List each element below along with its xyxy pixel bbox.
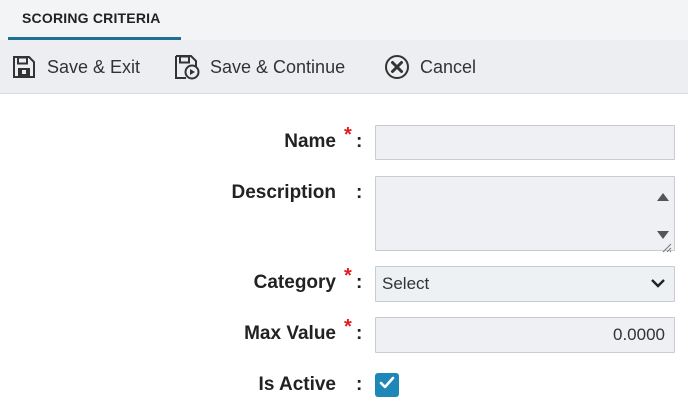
save-exit-button[interactable]: Save & Exit (11, 52, 140, 82)
name-input[interactable] (375, 125, 675, 160)
category-label: Category (253, 272, 336, 293)
category-required-marker: * (344, 265, 352, 287)
max-value-input[interactable]: 0.0000 (375, 317, 675, 353)
save-continue-icon (174, 54, 200, 80)
save-exit-label: Save & Exit (47, 56, 141, 77)
cancel-label: Cancel (420, 56, 477, 77)
save-continue-label: Save & Continue (210, 56, 346, 77)
cancel-button[interactable]: Cancel (384, 52, 476, 82)
max-value-label: Max Value (244, 323, 336, 344)
description-textarea[interactable] (375, 176, 675, 253)
resize-handle-icon[interactable] (662, 238, 672, 258)
tab-bar: SCORING CRITERIA (0, 0, 688, 40)
save-icon (11, 54, 37, 80)
tab-scoring-criteria[interactable]: SCORING CRITERIA (8, 0, 181, 40)
name-required-marker: * (344, 124, 352, 146)
toolbar: Save & Exit Save & Continue Cancel (0, 40, 688, 94)
cancel-icon (384, 54, 410, 80)
is-active-label: Is Active (258, 374, 336, 395)
description-label: Description (231, 182, 336, 203)
description-colon: : (356, 182, 363, 203)
is-active-checkbox[interactable] (375, 373, 399, 397)
is-active-colon: : (356, 374, 363, 395)
category-select[interactable]: Select (375, 266, 675, 302)
name-colon: : (356, 131, 363, 152)
checkmark-icon (379, 376, 395, 395)
category-colon: : (356, 272, 363, 293)
category-selected-value: Select (382, 274, 430, 293)
name-label: Name (284, 131, 336, 152)
save-continue-button[interactable]: Save & Continue (174, 52, 345, 82)
max-value-required-marker: * (344, 316, 352, 338)
chevron-down-icon (650, 275, 666, 296)
max-value-colon: : (356, 323, 363, 344)
scroll-up-arrow-icon[interactable] (656, 187, 670, 207)
